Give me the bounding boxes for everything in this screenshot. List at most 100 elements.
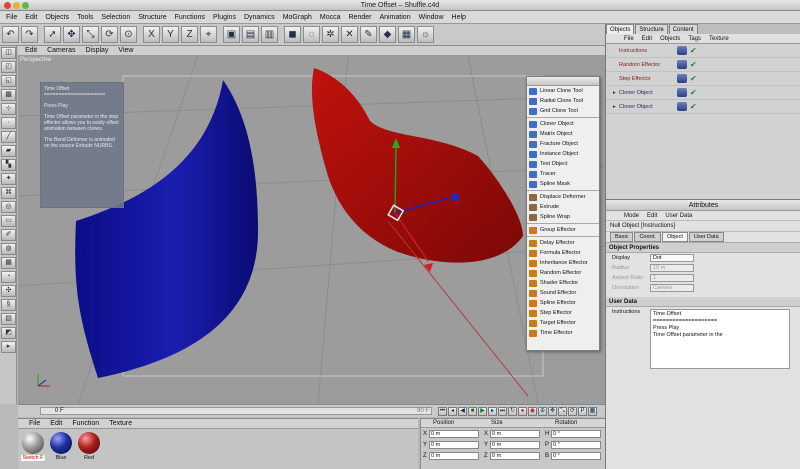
menu-structure[interactable]: Structure	[134, 14, 170, 21]
point-mode-icon[interactable]: ∙	[1, 117, 16, 129]
attr-tab-coord[interactable]: Coord.	[634, 232, 661, 242]
viewport-menu-edit[interactable]: Edit	[20, 47, 42, 54]
aspect-ratio-field[interactable]: 1	[650, 274, 694, 282]
stop-icon[interactable]: ■	[468, 407, 477, 416]
tools-extra-icon[interactable]: ▸	[1, 341, 16, 353]
viewport-menu-display[interactable]: Display	[80, 47, 113, 54]
soft-selection-icon[interactable]: ◔	[1, 271, 16, 283]
material-swatch[interactable]: Blue	[48, 432, 74, 461]
popup-item[interactable]: Sound Effector	[527, 288, 599, 298]
menu-help[interactable]: Help	[448, 14, 470, 21]
coordinate-field[interactable]: 0 m	[490, 440, 540, 449]
popup-item[interactable]: Cloner Object	[527, 119, 599, 129]
texture-mode-icon[interactable]: ▩	[1, 89, 16, 101]
menu-mograph[interactable]: MoGraph	[279, 14, 316, 21]
popup-item[interactable]: Grid Clone Tool	[527, 106, 599, 116]
object-row[interactable]: ▸ Cloner Object ✔	[606, 100, 800, 114]
popup-item[interactable]: Tracer	[527, 169, 599, 179]
tweak-mode-icon[interactable]: ✦	[1, 173, 16, 185]
cube-primitive-icon[interactable]: ◼	[284, 26, 301, 43]
attr-tab-basic[interactable]: Basic	[610, 232, 634, 242]
coordinate-field[interactable]: 0 m	[490, 429, 540, 438]
close-window-button[interactable]	[4, 2, 11, 9]
object-name[interactable]: Random Effector	[619, 62, 671, 68]
array-icon[interactable]: ✲	[322, 26, 339, 43]
rotate-tool-icon[interactable]: ⟳	[101, 26, 118, 43]
sculpt-icon[interactable]: ◍	[1, 243, 16, 255]
loop-icon[interactable]: ↻	[508, 407, 517, 416]
popup-item[interactable]: Target Effector	[527, 318, 599, 328]
menu-window[interactable]: Window	[415, 14, 448, 21]
script-icon[interactable]: §	[1, 299, 16, 311]
snap-icon[interactable]: ⌘	[1, 187, 16, 199]
attr-tab-user-data[interactable]: User Data	[688, 232, 724, 242]
popup-item[interactable]: Inheritance Effector	[527, 258, 599, 268]
coordinate-field[interactable]: 0 m	[429, 429, 479, 438]
material-swatch[interactable]: Red	[76, 432, 102, 461]
popup-item[interactable]: Shader Effector	[527, 278, 599, 288]
enabled-check-icon[interactable]: ✔	[690, 88, 697, 97]
popup-item[interactable]: Step Effector	[527, 308, 599, 318]
undo-icon[interactable]: ↶	[2, 26, 19, 43]
object-row[interactable]: Step Effector ✔	[606, 72, 800, 86]
render-picture-viewer-icon[interactable]: ▤	[242, 26, 259, 43]
model-mode-icon[interactable]: ◰	[1, 61, 16, 73]
popup-item[interactable]: Spline Wrap	[527, 212, 599, 222]
coordinate-field[interactable]: 0 m	[429, 451, 479, 460]
menu-edit[interactable]: Edit	[21, 14, 41, 21]
popup-item[interactable]: Instance Object	[527, 149, 599, 159]
pointer-tool-icon[interactable]: ➚	[44, 26, 61, 43]
popup-item[interactable]: Linear Clone Tool	[527, 86, 599, 96]
make-editable-icon[interactable]: ◫	[1, 47, 16, 59]
menu-dynamics[interactable]: Dynamics	[240, 14, 279, 21]
popup-item[interactable]: Extrude	[527, 202, 599, 212]
om-menu-objects[interactable]: Objects	[656, 36, 684, 42]
play-icon[interactable]: ▶	[478, 407, 487, 416]
popup-titlebar[interactable]	[527, 77, 599, 86]
menu-tools[interactable]: Tools	[73, 14, 97, 21]
popup-item[interactable]: Delay Effector	[527, 238, 599, 248]
light-icon[interactable]: ☼	[417, 26, 434, 43]
tab-structure[interactable]: Structure	[635, 24, 668, 34]
object-row[interactable]: Random Effector ✔	[606, 58, 800, 72]
move-tool-icon[interactable]: ✥	[63, 26, 80, 43]
object-name[interactable]: Cloner Object	[619, 90, 671, 96]
menu-file[interactable]: File	[2, 14, 21, 21]
spline-icon[interactable]: ✎	[360, 26, 377, 43]
popup-item[interactable]: Formula Effector	[527, 248, 599, 258]
enabled-check-icon[interactable]: ✔	[690, 74, 697, 83]
popup-item[interactable]: Spline Effector	[527, 298, 599, 308]
scene-icon[interactable]: ▦	[398, 26, 415, 43]
object-name[interactable]: Step Effector	[619, 76, 671, 82]
attr-menu-user-data[interactable]: User Data	[661, 213, 696, 219]
x-axis-lock-icon[interactable]: X	[143, 26, 160, 43]
enabled-check-icon[interactable]: ✔	[690, 46, 697, 55]
popup-item[interactable]: Random Effector	[527, 268, 599, 278]
popup-item[interactable]: Displace Deformer	[527, 192, 599, 202]
edge-mode-icon[interactable]: ╱	[1, 131, 16, 143]
point-level-key-icon[interactable]: ▦	[588, 407, 597, 416]
timeline-slider[interactable]: 0 F 90 F	[40, 407, 432, 415]
scale-tool-icon[interactable]: ⤡	[82, 26, 99, 43]
workplane-icon[interactable]: ▭	[1, 215, 16, 227]
popup-item[interactable]: Fracture Object	[527, 139, 599, 149]
popup-item[interactable]: Spline Mask	[527, 179, 599, 189]
object-mode-icon[interactable]: ◱	[1, 75, 16, 87]
object-row[interactable]: ▸ Cloner Object ✔	[606, 86, 800, 100]
display-select[interactable]: Dot	[650, 254, 694, 262]
play-backwards-icon[interactable]: ◀	[458, 407, 467, 416]
autokey-icon[interactable]: ◉	[528, 407, 537, 416]
perspective-viewport[interactable]: Perspective Time Offset ================…	[18, 56, 605, 404]
animation-mode-icon[interactable]: ◎	[1, 201, 16, 213]
viewport-menu-cameras[interactable]: Cameras	[42, 47, 80, 54]
checker-icon[interactable]: ▚	[1, 159, 16, 171]
camera-icon[interactable]: ◆	[379, 26, 396, 43]
om-menu-texture[interactable]: Texture	[705, 36, 733, 42]
instructions-textarea[interactable]: Time Offset ==================== Press P…	[650, 309, 790, 369]
coordinate-field[interactable]: 0 °	[551, 451, 601, 460]
material-menu-file[interactable]: File	[24, 420, 45, 427]
attr-tab-object[interactable]: Object	[661, 232, 688, 242]
popup-item[interactable]: Group Effector	[527, 225, 599, 235]
axis-mode-icon[interactable]: ⊹	[1, 103, 16, 115]
attr-menu-mode[interactable]: Mode	[620, 213, 643, 219]
